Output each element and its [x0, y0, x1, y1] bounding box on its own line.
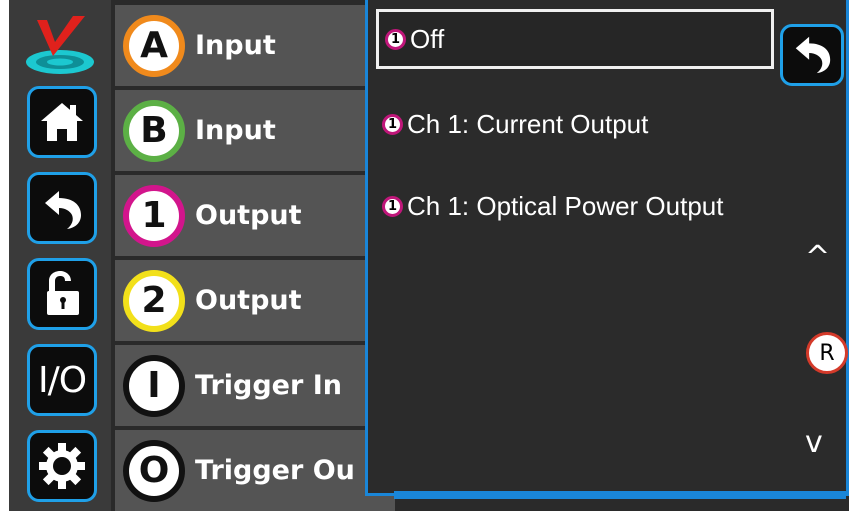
io-button[interactable]: I/O — [27, 344, 97, 416]
channel-row-trigger-out[interactable]: O Trigger Ou — [115, 430, 395, 511]
channel-label: Input — [195, 30, 276, 61]
channel-row-1[interactable]: 1 Output — [115, 175, 395, 256]
channel-badge: 1 — [123, 184, 185, 247]
dropdown-option-optical-power-output[interactable]: 1 Ch 1: Optical Power Output — [376, 176, 796, 236]
channel-badge: A — [123, 14, 185, 77]
channel-label: Trigger Ou — [195, 455, 355, 486]
channel-badge: 2 — [123, 269, 185, 332]
channel-list: A Input B Input 1 Output 2 Output I Trig… — [115, 0, 395, 511]
channel-badge: O — [123, 439, 185, 502]
back-arrow-icon — [790, 31, 834, 79]
lock-button[interactable] — [27, 258, 97, 330]
dropdown-back-button[interactable] — [780, 24, 844, 86]
option-label: Ch 1: Current Output — [407, 108, 649, 139]
io-label: I/O — [37, 359, 87, 401]
channel-label: Trigger In — [195, 370, 342, 401]
channel-badge: I — [123, 354, 185, 417]
scroll-up-button[interactable]: ^ — [805, 240, 830, 275]
channel-label: Output — [195, 200, 302, 231]
dropdown-bottom-bar — [394, 491, 846, 499]
channel-1-badge: 1 — [385, 28, 406, 50]
home-button[interactable] — [27, 86, 97, 158]
unlocked-padlock-icon — [39, 269, 85, 319]
gear-icon — [37, 441, 87, 491]
channel-row-b[interactable]: B Input — [115, 90, 395, 171]
home-icon — [39, 99, 85, 145]
v-logo-icon — [23, 12, 97, 78]
channel-row-2[interactable]: 2 Output — [115, 260, 395, 341]
channel-row-a[interactable]: A Input — [115, 5, 395, 86]
back-button[interactable] — [27, 172, 97, 244]
option-label: Ch 1: Optical Power Output — [407, 190, 724, 221]
settings-button[interactable] — [27, 430, 97, 502]
channel-badge: B — [123, 99, 185, 162]
channel-label: Output — [195, 285, 302, 316]
left-toolbar: I/O — [9, 0, 111, 511]
dropdown-option-off[interactable]: 1 Off — [376, 9, 774, 69]
dropdown-option-current-output[interactable]: 1 Ch 1: Current Output — [376, 94, 774, 154]
instrument-screen: I/O A Input B Input 1 Output 2 Output I … — [9, 0, 849, 511]
reset-button[interactable]: R — [806, 332, 848, 374]
channel-1-badge: 1 — [382, 195, 403, 217]
back-arrow-icon — [39, 185, 85, 231]
scroll-down-button[interactable]: v — [805, 425, 823, 460]
output-source-dropdown: 1 Off 1 Ch 1: Current Output 1 Ch 1: Opt… — [365, 0, 849, 496]
channel-1-badge: 1 — [382, 113, 403, 135]
channel-row-trigger-in[interactable]: I Trigger In — [115, 345, 395, 426]
option-label: Off — [410, 23, 445, 54]
channel-label: Input — [195, 115, 276, 146]
